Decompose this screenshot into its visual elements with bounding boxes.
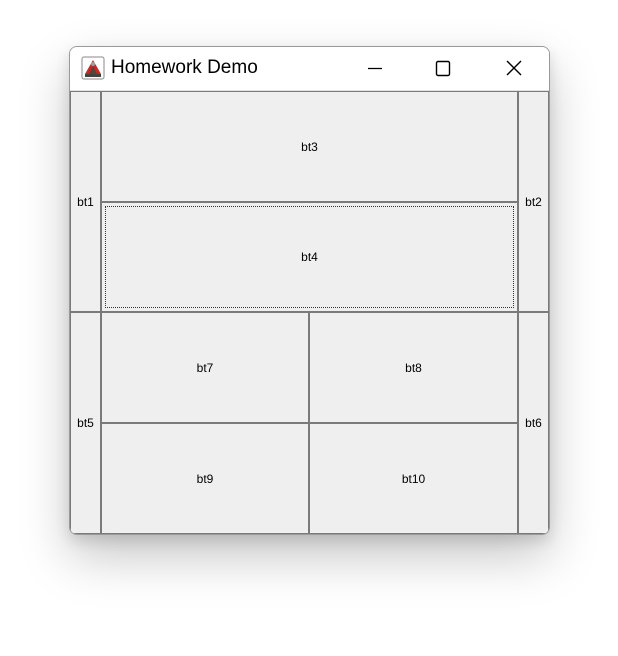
app-window: Homework Demo bt1 bt3 bt4 bt2 bt5 bt7 bt… (69, 46, 550, 535)
minimize-icon (368, 67, 382, 70)
bt5-button[interactable]: bt5 (70, 312, 101, 534)
java-app-icon (81, 56, 105, 80)
bt10-button[interactable]: bt10 (309, 423, 518, 534)
minimize-button[interactable] (341, 47, 409, 90)
bt3-button[interactable]: bt3 (101, 91, 518, 202)
bt1-button[interactable]: bt1 (70, 91, 101, 312)
bt2-button[interactable]: bt2 (518, 91, 549, 312)
close-button[interactable] (477, 47, 545, 90)
bt9-button[interactable]: bt9 (101, 423, 309, 534)
bt8-button[interactable]: bt8 (309, 312, 518, 423)
maximize-button[interactable] (409, 47, 477, 90)
bt4-button[interactable]: bt4 (101, 202, 518, 312)
title-bar[interactable]: Homework Demo (70, 47, 549, 91)
bt7-button[interactable]: bt7 (101, 312, 309, 423)
window-title: Homework Demo (111, 57, 258, 78)
bt6-button[interactable]: bt6 (518, 312, 549, 534)
content-pane: bt1 bt3 bt4 bt2 bt5 bt7 bt8 bt9 bt10 bt6 (70, 91, 549, 534)
close-icon (506, 60, 522, 76)
maximize-icon (435, 60, 451, 77)
